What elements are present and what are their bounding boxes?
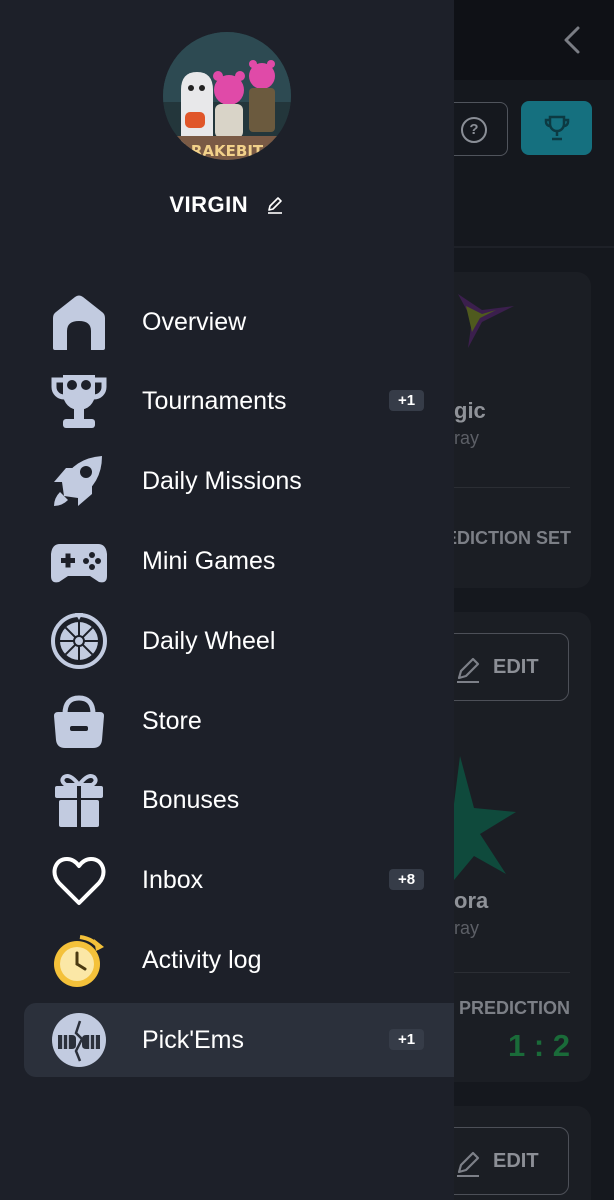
menu-item-tournaments[interactable]: Tournaments +1 — [24, 364, 454, 438]
prediction-label: PREDICTION — [459, 998, 571, 1018]
menu-item-daily-wheel[interactable]: Daily Wheel — [24, 604, 454, 678]
prediction-status: EDICTION SET — [445, 528, 572, 548]
menu-item-bonuses[interactable]: Bonuses — [24, 763, 454, 837]
clock-icon — [54, 935, 104, 987]
username-row: VIRGIN — [0, 192, 454, 224]
team-logo-star — [458, 294, 514, 348]
trophy-icon — [51, 375, 107, 428]
menu-label: Inbox — [142, 866, 204, 894]
menu-label: Daily Wheel — [142, 627, 276, 655]
menu-item-pickems[interactable]: Pick'Ems +1 — [24, 1003, 454, 1077]
trophy-icon — [544, 115, 570, 141]
prediction-score: 1 : 2 — [508, 1028, 571, 1063]
avatar-brand-text: RAKEBIT — [191, 142, 264, 160]
notification-badge: +1 — [389, 1029, 425, 1050]
menu-item-store[interactable]: Store — [24, 684, 454, 758]
menu-label: Overview — [142, 308, 247, 336]
card-divider — [454, 972, 570, 973]
username: VIRGIN — [169, 192, 249, 217]
menu-item-daily-missions[interactable]: Daily Missions — [24, 444, 454, 518]
background-divider — [454, 246, 614, 248]
pencil-icon — [457, 1151, 480, 1177]
handshake-icon — [52, 1013, 106, 1067]
menu-label: Daily Missions — [142, 467, 302, 495]
rocket-icon — [54, 456, 102, 506]
edit-label: EDIT — [493, 1150, 539, 1172]
home-icon — [53, 295, 105, 350]
back-chevron-icon[interactable] — [556, 22, 588, 58]
notification-badge: +1 — [389, 390, 425, 411]
menu-item-activity-log[interactable]: Activity log — [24, 923, 454, 997]
navigation-drawer: RAKEBIT VIRGIN Overview Tournaments +1 D… — [0, 0, 454, 1200]
edit-prediction-button[interactable]: EDIT — [440, 1127, 569, 1195]
menu-label: Tournaments — [142, 387, 287, 415]
menu-item-inbox[interactable]: Inbox +8 — [24, 843, 454, 917]
menu-item-mini-games[interactable]: Mini Games — [24, 524, 454, 598]
team-subtitle: ray — [454, 428, 480, 448]
avatar-image: RAKEBIT — [163, 32, 291, 160]
heart-icon — [52, 857, 106, 905]
avatar[interactable]: RAKEBIT — [163, 32, 291, 160]
leaderboard-button[interactable] — [521, 101, 592, 155]
menu-label: Bonuses — [142, 786, 240, 814]
edit-label: EDIT — [493, 656, 539, 678]
gift-icon — [55, 774, 103, 827]
menu-label: Activity log — [142, 946, 262, 974]
team-subtitle: ray — [454, 918, 480, 938]
menu-label: Store — [142, 707, 202, 735]
gamepad-icon — [51, 544, 107, 583]
pencil-icon — [457, 657, 480, 683]
question-icon: ? — [461, 117, 487, 143]
notification-badge: +8 — [389, 869, 425, 890]
wheel-icon — [51, 613, 107, 669]
menu-item-overview[interactable]: Overview — [24, 285, 454, 359]
team-name: ora — [454, 888, 489, 913]
card-divider — [454, 487, 570, 488]
edit-username-icon[interactable] — [265, 195, 285, 215]
basket-icon — [54, 695, 104, 748]
menu-label: Pick'Ems — [142, 1026, 245, 1054]
team-name: gic — [454, 398, 486, 423]
menu-label: Mini Games — [142, 547, 276, 575]
edit-prediction-button[interactable]: EDIT — [440, 633, 569, 701]
